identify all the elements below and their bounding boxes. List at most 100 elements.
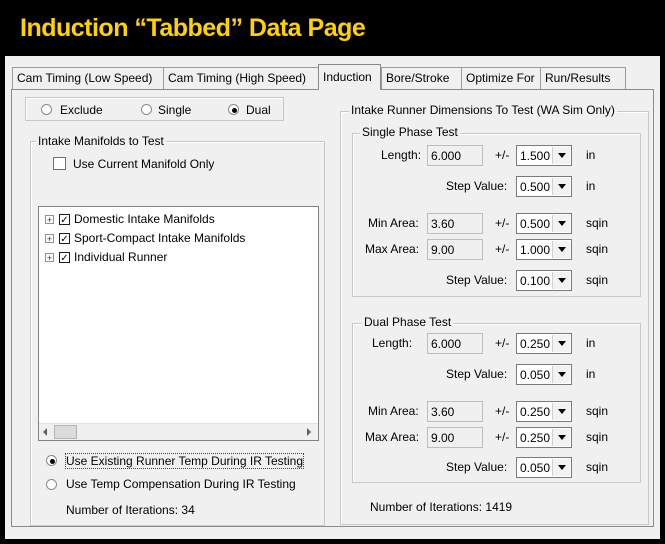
tab-optimize-for[interactable]: Optimize For — [461, 67, 541, 89]
horizontal-scrollbar[interactable] — [39, 423, 318, 440]
dual-length-step-select[interactable]: 0.050 — [516, 364, 572, 385]
single-area-step-select[interactable]: 0.100 — [516, 270, 572, 291]
page-title: Induction “Tabbed” Data Page — [0, 0, 665, 54]
unit-label: sqin — [586, 273, 609, 287]
single-area-step-label: Step Value: — [446, 273, 508, 287]
unit-label: sqin — [586, 430, 609, 444]
single-min-area-label: Min Area: — [368, 216, 419, 230]
chevron-down-icon[interactable] — [552, 215, 570, 232]
runner-iterations: Number of Iterations: 1419 — [370, 500, 512, 514]
dual-phase-label: Dual Phase Test — [362, 315, 454, 329]
use-current-manifold-checkbox[interactable] — [53, 157, 66, 170]
use-current-manifold-label: Use Current Manifold Only — [73, 157, 215, 171]
single-radio[interactable] — [141, 104, 152, 115]
plus-minus-label: +/- — [495, 404, 510, 418]
single-phase-label: Single Phase Test — [360, 125, 460, 139]
select-value: 0.250 — [520, 337, 551, 351]
single-max-area-field[interactable]: 9.00 — [427, 239, 483, 260]
select-value: 0.500 — [520, 180, 551, 194]
chevron-down-icon[interactable] — [552, 272, 570, 289]
expand-icon[interactable]: + — [45, 234, 54, 244]
plus-minus-label: +/- — [495, 430, 510, 444]
dual-min-area-tolerance-select[interactable]: 0.250 — [516, 401, 572, 422]
select-value: 0.250 — [520, 405, 551, 419]
runner-dimensions-label: Intake Runner Dimensions To Test (WA Sim… — [349, 103, 617, 117]
unit-label: sqin — [586, 242, 609, 256]
plus-minus-label: +/- — [495, 242, 510, 256]
tree-item-sport-compact[interactable]: Sport-Compact Intake Manifolds — [74, 231, 245, 245]
select-value: 0.050 — [520, 368, 551, 382]
single-label: Single — [158, 103, 192, 117]
select-value: 0.250 — [520, 431, 551, 445]
tree-checkbox-sport-compact[interactable]: ✓ — [59, 233, 70, 245]
tree-checkbox-domestic[interactable]: ✓ — [59, 214, 70, 226]
manifold-iterations-label: Number of Iterations: 34 — [66, 503, 195, 517]
dual-area-step-select[interactable]: 0.050 — [516, 457, 572, 478]
chevron-down-icon[interactable] — [552, 403, 570, 420]
dual-length-step-label: Step Value: — [446, 367, 508, 381]
dual-area-step-label: Step Value: — [446, 460, 508, 474]
select-value: 0.050 — [520, 461, 551, 475]
tree-item-domestic[interactable]: Domestic Intake Manifolds — [74, 212, 215, 226]
use-temp-compensation-radio[interactable] — [46, 479, 57, 490]
tree-checkbox-individual-runner[interactable]: ✓ — [59, 252, 70, 264]
unit-label: in — [586, 367, 596, 381]
select-value: 1.000 — [520, 243, 551, 257]
dual-max-area-tolerance-select[interactable]: 0.250 — [516, 427, 572, 448]
dual-max-area-label: Max Area: — [365, 430, 420, 444]
use-temp-compensation-label: Use Temp Compensation During IR Testing — [66, 477, 296, 491]
chevron-down-icon[interactable] — [552, 178, 570, 195]
single-min-area-field[interactable]: 3.60 — [427, 213, 483, 234]
chevron-down-icon[interactable] — [552, 429, 570, 446]
scroll-right-icon[interactable] — [307, 428, 311, 436]
dual-label: Dual — [246, 103, 271, 117]
iterations-label: Number of Iterations: — [370, 500, 483, 514]
exclude-radio[interactable] — [41, 104, 52, 115]
expand-icon[interactable]: + — [45, 253, 54, 263]
tab-cam-timing-high[interactable]: Cam Timing (High Speed) — [163, 67, 319, 89]
iterations-value: 1419 — [485, 500, 513, 514]
single-min-area-tolerance-select[interactable]: 0.500 — [516, 213, 572, 234]
chevron-down-icon[interactable] — [552, 335, 570, 352]
exclude-label: Exclude — [60, 103, 103, 117]
scroll-left-icon[interactable] — [43, 428, 47, 436]
dual-min-area-label: Min Area: — [368, 404, 419, 418]
unit-label: in — [586, 336, 596, 350]
chevron-down-icon[interactable] — [552, 147, 570, 164]
single-max-area-label: Max Area: — [365, 242, 420, 256]
dual-length-label: Length: — [372, 336, 413, 350]
dual-min-area-field[interactable]: 3.60 — [427, 401, 483, 422]
select-value: 0.500 — [520, 217, 551, 231]
manifold-tree[interactable]: + ✓ Domestic Intake Manifolds + ✓ Sport-… — [38, 206, 319, 441]
plus-minus-label: +/- — [495, 216, 510, 230]
manifolds-group-label: Intake Manifolds to Test — [36, 134, 166, 148]
tab-bore-stroke[interactable]: Bore/Stroke — [381, 67, 462, 89]
dual-length-field[interactable]: 6.000 — [427, 333, 483, 354]
tree-item-individual-runner[interactable]: Individual Runner — [74, 250, 167, 264]
single-length-label: Length: — [381, 148, 422, 162]
single-length-step-select[interactable]: 0.500 — [516, 176, 572, 197]
select-value: 1.500 — [520, 149, 551, 163]
unit-label: sqin — [586, 404, 609, 418]
dual-max-area-field[interactable]: 9.00 — [427, 427, 483, 448]
single-max-area-tolerance-select[interactable]: 1.000 — [516, 239, 572, 260]
chevron-down-icon[interactable] — [552, 366, 570, 383]
use-existing-runner-temp-radio[interactable] — [46, 455, 57, 466]
single-length-field[interactable]: 6.000 — [427, 145, 483, 166]
expand-icon[interactable]: + — [45, 215, 54, 225]
use-existing-runner-temp-label: Use Existing Runner Temp During IR Testi… — [65, 453, 304, 469]
iterations-label: Number of Iterations: — [66, 503, 179, 517]
single-length-tolerance-select[interactable]: 1.500 — [516, 145, 572, 166]
tab-cam-timing-low[interactable]: Cam Timing (Low Speed) — [12, 67, 164, 89]
single-length-step-label: Step Value: — [446, 179, 508, 193]
tab-run-results[interactable]: Run/Results — [540, 67, 626, 89]
dual-radio[interactable] — [228, 104, 239, 115]
unit-label: sqin — [586, 460, 609, 474]
dual-length-tolerance-select[interactable]: 0.250 — [516, 333, 572, 354]
tab-induction[interactable]: Induction — [318, 64, 381, 90]
chevron-down-icon[interactable] — [552, 459, 570, 476]
chevron-down-icon[interactable] — [552, 241, 570, 258]
unit-label: in — [586, 179, 596, 193]
scroll-thumb[interactable] — [54, 425, 77, 439]
unit-label: sqin — [586, 216, 609, 230]
